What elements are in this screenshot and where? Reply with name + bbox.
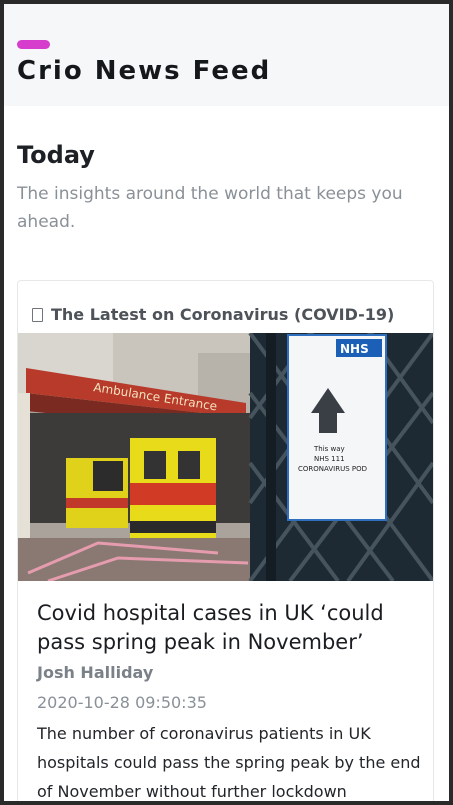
sign-line-1: This way <box>313 445 345 453</box>
app-header: Crio News Feed <box>4 4 449 106</box>
article-timestamp: 2020-10-28 09:50:35 <box>37 693 207 712</box>
article-body: Covid hospital cases in UK ‘could pass s… <box>18 581 433 801</box>
section-title: Today <box>17 141 95 169</box>
topic-card-header[interactable]: The Latest on Coronavirus (COVID-19) <box>18 281 433 333</box>
article-headline-link[interactable]: Covid hospital cases in UK ‘could pass s… <box>37 599 422 657</box>
sign-line-2: NHS 111 <box>314 455 345 463</box>
app-viewport: Crio News Feed Today The insights around… <box>4 4 449 801</box>
app-title: Crio News Feed <box>17 56 272 86</box>
intro-section: Today The insights around the world that… <box>4 106 449 236</box>
section-subtitle: The insights around the world that keeps… <box>17 184 403 232</box>
sign-line-3: CORONAVIRUS POD <box>298 465 367 473</box>
news-topic-card: The Latest on Coronavirus (COVID-19) Amb… <box>17 280 434 801</box>
nhs-logo-text: NHS <box>340 342 369 356</box>
document-icon <box>32 308 43 322</box>
article-author: Josh Halliday <box>37 663 154 682</box>
article-image[interactable]: Ambulance Entrance NHS This way NHS 111 … <box>18 333 433 581</box>
article-description: The number of coronavirus patients in UK… <box>37 724 421 801</box>
brand-accent-bar <box>17 40 50 49</box>
topic-title: The Latest on Coronavirus (COVID-19) <box>51 305 395 324</box>
